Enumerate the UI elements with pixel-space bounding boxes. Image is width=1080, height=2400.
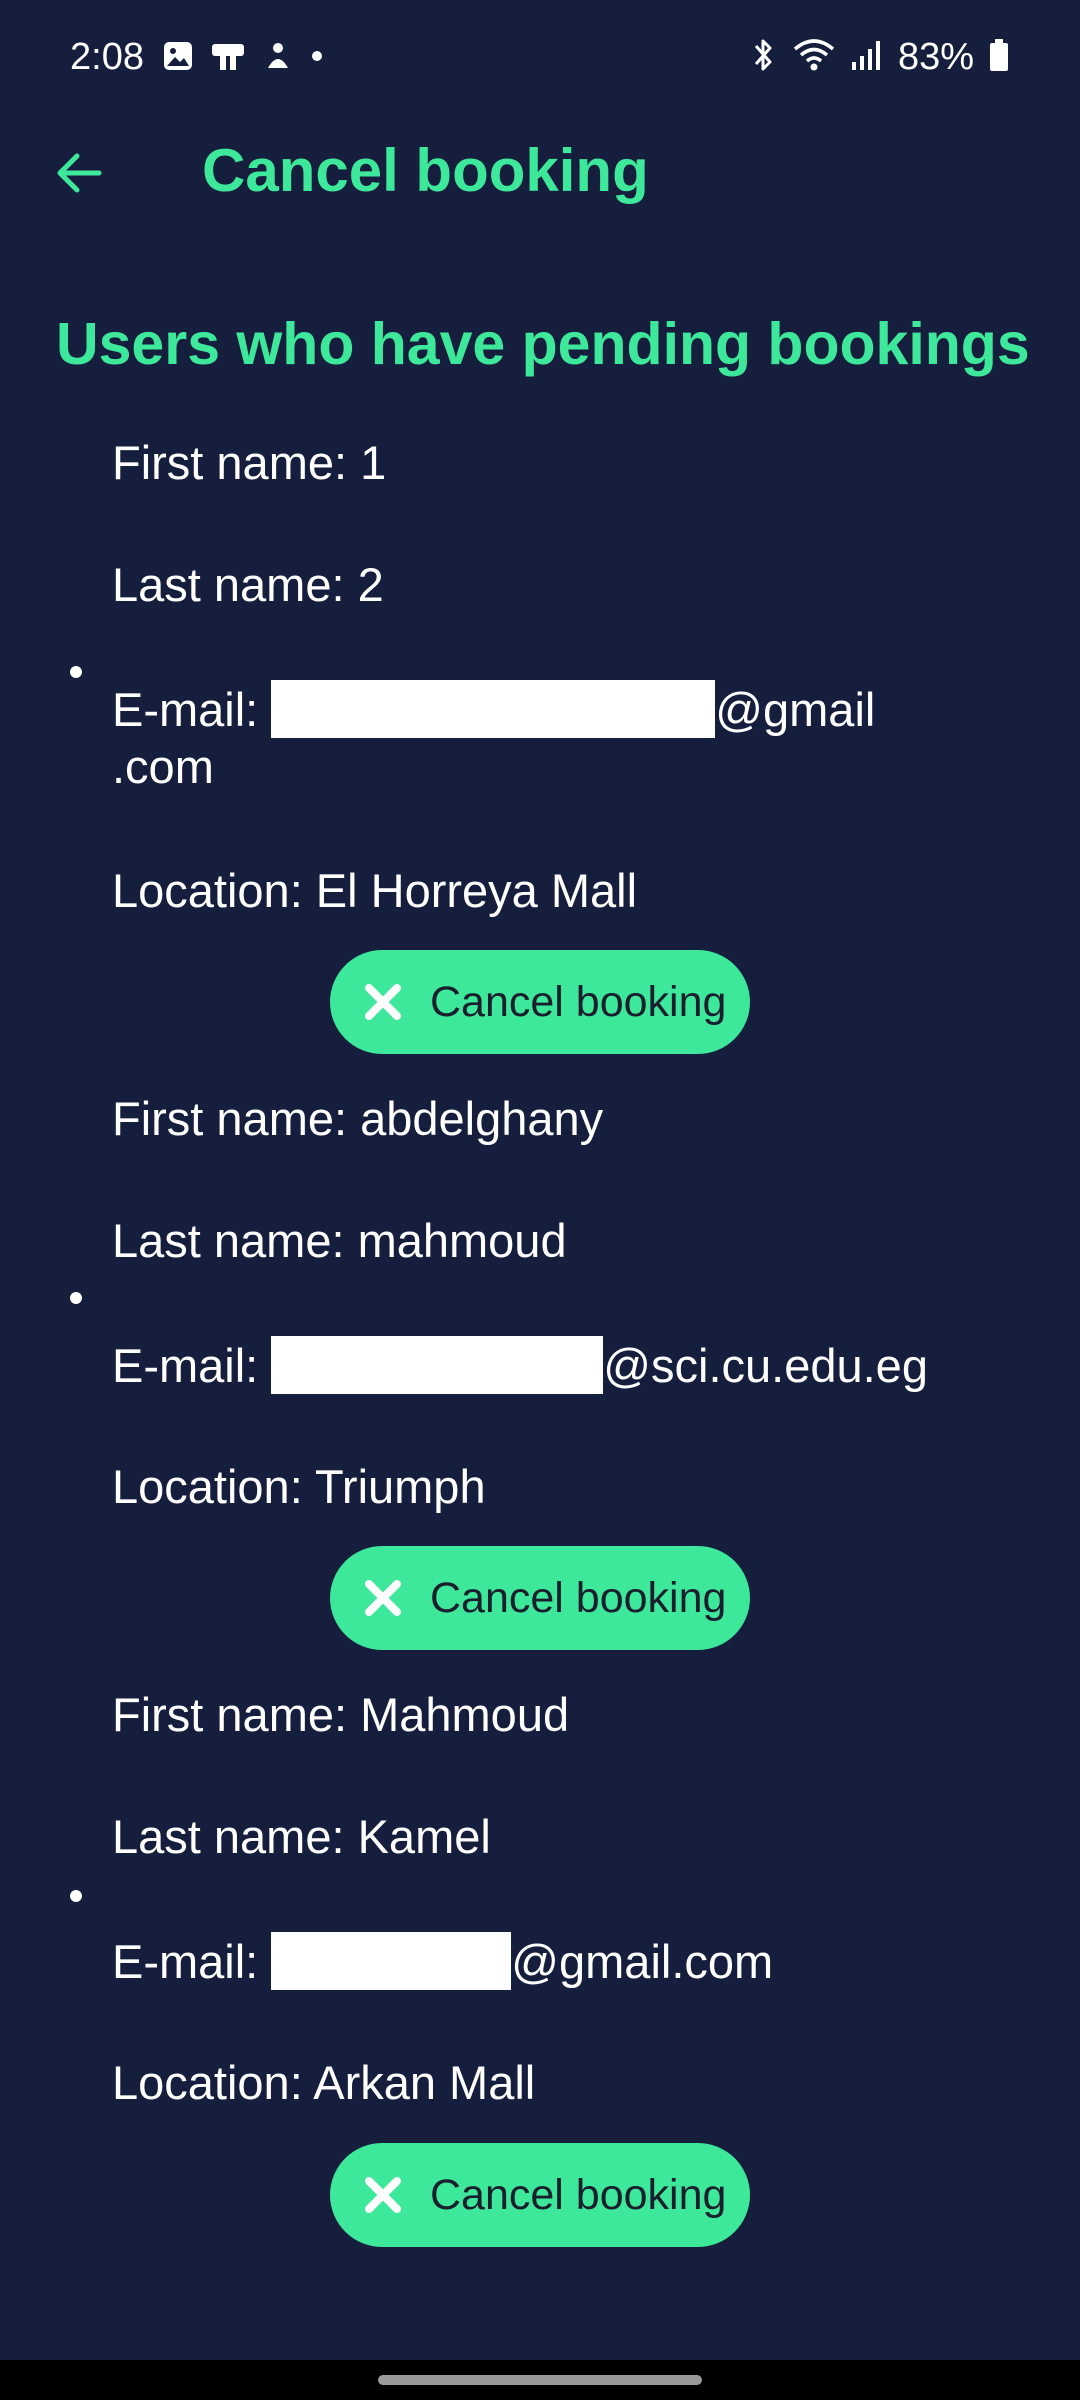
close-icon — [358, 1573, 408, 1623]
email: E-mail: @sci.cu.edu.eg — [112, 1336, 928, 1395]
home-indicator[interactable] — [378, 2375, 702, 2385]
last-name: Last name: Kamel — [112, 1810, 491, 1863]
status-notification-icons — [162, 40, 324, 77]
navigation-bar — [0, 2360, 1080, 2400]
app-bar: Cancel booking — [0, 120, 1080, 220]
cancel-booking-label: Cancel booking — [430, 1573, 727, 1622]
email-label: E-mail: — [112, 1339, 272, 1392]
battery-percent: 83% — [897, 36, 974, 78]
signal-icon — [850, 38, 884, 77]
email-domain: @gmail — [715, 683, 876, 736]
first-name: First name: Mahmoud — [112, 1688, 570, 1741]
email-domain: @gmail.com — [511, 1935, 774, 1988]
remote-icon — [210, 40, 246, 77]
status-time: 2:08 — [70, 36, 144, 78]
gallery-icon — [162, 40, 194, 77]
email-label: E-mail: — [112, 683, 272, 736]
first-name: First name: 1 — [112, 436, 387, 489]
close-icon — [358, 2170, 408, 2220]
cancel-booking-label: Cancel booking — [430, 2170, 727, 2219]
wifi-icon — [792, 36, 836, 79]
first-name: First name: abdelghany — [112, 1092, 604, 1145]
battery-icon — [988, 38, 1010, 77]
cancel-booking-button[interactable]: Cancel booking — [330, 2143, 750, 2247]
app-icon — [262, 40, 294, 77]
email-redacted — [271, 1336, 604, 1394]
arrow-back-icon — [53, 147, 105, 204]
status-bar: 2:08 83% — [0, 0, 1080, 120]
cancel-booking-button[interactable]: Cancel booking — [330, 1546, 750, 1650]
last-name: Last name: mahmoud — [112, 1214, 567, 1267]
close-icon — [358, 977, 408, 1027]
email-label: E-mail: — [112, 1935, 272, 1988]
location: Location: Arkan Mall — [112, 2056, 536, 2109]
cancel-booking-button[interactable]: Cancel booking — [330, 950, 750, 1054]
page-title: Cancel booking — [202, 137, 649, 204]
location: Location: Triumph — [112, 1460, 486, 1513]
location: Location: El Horreya Mall — [112, 864, 638, 917]
status-system-icons: 83% — [748, 36, 1010, 79]
email: E-mail: @gmail.com — [112, 1932, 773, 1991]
email-redacted — [271, 680, 716, 738]
bluetooth-icon — [748, 36, 778, 79]
email-domain: @sci.cu.edu.eg — [603, 1339, 928, 1392]
section-title: Users who have pending bookings — [56, 311, 1030, 377]
last-name: Last name: 2 — [112, 558, 384, 611]
email-wrap: .com — [112, 740, 214, 793]
dot-icon — [310, 49, 324, 68]
list-bullet — [70, 666, 82, 678]
back-button[interactable] — [44, 140, 114, 210]
email-redacted — [271, 1932, 512, 1990]
list-bullet — [70, 1292, 82, 1304]
list-bullet — [70, 1890, 82, 1902]
email: E-mail: @gmail — [112, 680, 875, 739]
cancel-booking-label: Cancel booking — [430, 977, 727, 1026]
